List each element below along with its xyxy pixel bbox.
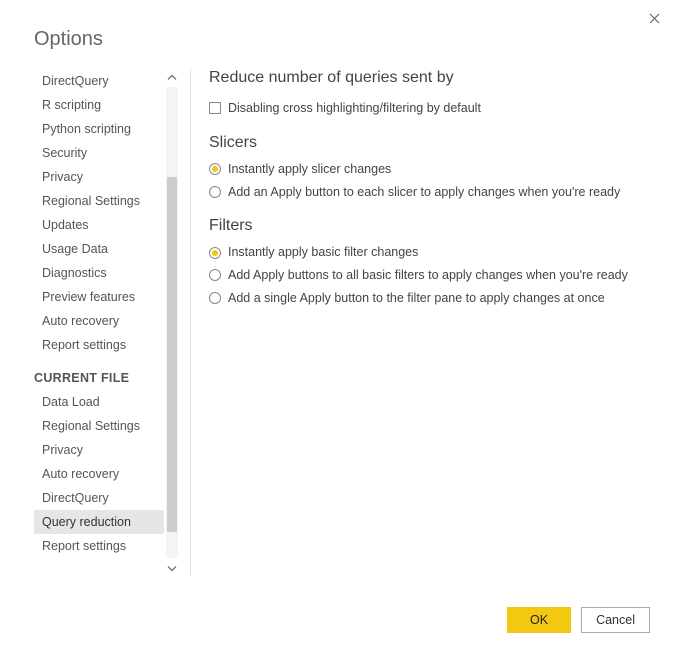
- sidebar-item-preview-features[interactable]: Preview features: [34, 285, 164, 309]
- radio-label: Instantly apply basic filter changes: [228, 243, 418, 262]
- sidebar-item-diagnostics[interactable]: Diagnostics: [34, 261, 164, 285]
- radio-icon: [209, 186, 221, 198]
- sidebar-item-python-scripting[interactable]: Python scripting: [34, 117, 164, 141]
- cancel-button[interactable]: Cancel: [581, 607, 650, 633]
- radio-filter-single-apply[interactable]: Add a single Apply button to the filter …: [209, 287, 646, 310]
- content-pane: Reduce number of queries sent by Disabli…: [209, 69, 676, 576]
- vertical-divider: [190, 69, 191, 576]
- sidebar-item-query-reduction[interactable]: Query reduction: [34, 510, 164, 534]
- radio-slicer-instant[interactable]: Instantly apply slicer changes: [209, 158, 646, 181]
- sidebar-item-regional-settings[interactable]: Regional Settings: [34, 414, 164, 438]
- scroll-thumb[interactable]: [167, 177, 177, 532]
- radio-label: Instantly apply slicer changes: [228, 160, 391, 179]
- checkbox-disable-cross-highlight[interactable]: Disabling cross highlighting/filtering b…: [209, 97, 646, 120]
- radio-filter-apply-all[interactable]: Add Apply buttons to all basic filters t…: [209, 264, 646, 287]
- radio-slicer-apply-button[interactable]: Add an Apply button to each slicer to ap…: [209, 181, 646, 204]
- scroll-up-icon[interactable]: [164, 69, 180, 85]
- options-dialog: Options DirectQueryR scriptingPython scr…: [0, 0, 676, 651]
- radio-label: Add an Apply button to each slicer to ap…: [228, 183, 620, 202]
- ok-button[interactable]: OK: [507, 607, 571, 633]
- radio-label: Add Apply buttons to all basic filters t…: [228, 266, 628, 285]
- sidebar: DirectQueryR scriptingPython scriptingSe…: [34, 69, 164, 576]
- radio-icon: [209, 269, 221, 281]
- scroll-down-icon[interactable]: [164, 560, 180, 576]
- sidebar-item-directquery[interactable]: DirectQuery: [34, 69, 164, 93]
- sidebar-item-report-settings[interactable]: Report settings: [34, 534, 164, 558]
- sidebar-item-security[interactable]: Security: [34, 141, 164, 165]
- sidebar-item-auto-recovery[interactable]: Auto recovery: [34, 462, 164, 486]
- checkbox-icon: [209, 102, 221, 114]
- scroll-track[interactable]: [166, 87, 178, 558]
- filters-heading: Filters: [209, 217, 646, 235]
- dialog-title: Options: [0, 0, 676, 51]
- radio-icon: [209, 292, 221, 304]
- sidebar-item-report-settings[interactable]: Report settings: [34, 333, 164, 357]
- sidebar-item-usage-data[interactable]: Usage Data: [34, 237, 164, 261]
- radio-label: Add a single Apply button to the filter …: [228, 289, 605, 308]
- section-header-current-file: CURRENT FILE: [34, 357, 164, 390]
- sidebar-item-auto-recovery[interactable]: Auto recovery: [34, 309, 164, 333]
- sidebar-item-privacy[interactable]: Privacy: [34, 165, 164, 189]
- sidebar-item-data-load[interactable]: Data Load: [34, 390, 164, 414]
- sidebar-scrollbar[interactable]: [164, 69, 180, 576]
- sidebar-item-r-scripting[interactable]: R scripting: [34, 93, 164, 117]
- sidebar-item-privacy[interactable]: Privacy: [34, 438, 164, 462]
- dialog-footer: OK Cancel: [507, 607, 650, 633]
- slicers-heading: Slicers: [209, 134, 646, 152]
- sidebar-item-directquery[interactable]: DirectQuery: [34, 486, 164, 510]
- radio-filter-instant[interactable]: Instantly apply basic filter changes: [209, 241, 646, 264]
- sidebar-item-updates[interactable]: Updates: [34, 213, 164, 237]
- close-button[interactable]: [646, 10, 662, 26]
- radio-icon: [209, 247, 221, 259]
- checkbox-label: Disabling cross highlighting/filtering b…: [228, 99, 481, 118]
- reduce-heading: Reduce number of queries sent by: [209, 69, 646, 87]
- radio-icon: [209, 163, 221, 175]
- sidebar-item-regional-settings[interactable]: Regional Settings: [34, 189, 164, 213]
